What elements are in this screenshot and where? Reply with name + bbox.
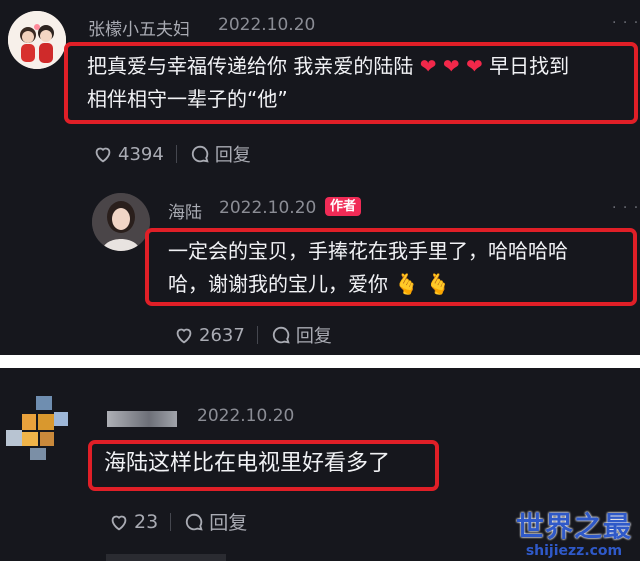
divider	[175, 145, 177, 163]
reply-date: 2022.10.20	[219, 198, 317, 218]
masked-username	[107, 411, 177, 427]
reply-button[interactable]: 回复	[183, 508, 247, 535]
comment-text: 把真爱与幸福传递给你 我亲爱的陆陆 ❤ ❤ ❤ 早日找到 相伴相守一辈子的“他”	[87, 50, 569, 116]
reply-actions: 2637 回复	[173, 322, 332, 348]
reply-text-line2: 哈，谢谢我的宝儿，爱你	[168, 272, 388, 296]
reply-label: 回复	[214, 145, 251, 166]
comment-date: 2022.10.20	[197, 406, 295, 426]
ellipsis-icon[interactable]: · · ·	[612, 200, 639, 216]
user-avatar[interactable]	[8, 11, 66, 69]
pixelated-avatar-icon	[0, 386, 72, 464]
reply-button[interactable]: 回复	[270, 322, 332, 348]
comment-thread-panel: 张檬小五夫妇 2022.10.20 · · · 把真爱与幸福传递给你 我亲爱的陆…	[0, 0, 640, 355]
comment-thread-panel: 2022.10.20 海陆这样比在电视里好看多了 23 回复 世界之最 shij…	[0, 368, 640, 561]
like-count: 23	[134, 510, 159, 533]
divider	[256, 326, 258, 344]
reply-text-line1: 一定会的宝贝，手捧花在我手里了，哈哈哈哈	[168, 239, 568, 263]
like-button[interactable]: 2637	[173, 324, 245, 346]
reply-bubble-icon	[191, 145, 209, 163]
reply-text: 一定会的宝贝，手捧花在我手里了，哈哈哈哈 哈，谢谢我的宝儿，爱你 🫰 🫰	[168, 235, 568, 301]
watermark-url: shijiezz.com	[525, 543, 623, 559]
reply-label: 回复	[209, 512, 248, 534]
watermark: 世界之最 shijiezz.com	[515, 510, 632, 560]
reply-label: 回复	[295, 326, 332, 347]
heart-emoji-icon: ❤ ❤ ❤	[419, 54, 483, 78]
heart-outline-icon	[95, 147, 111, 163]
comment-text: 海陆这样比在电视里好看多了	[104, 451, 391, 476]
finger-heart-emoji-icon: 🫰 🫰	[394, 272, 451, 296]
comment-username[interactable]: 张檬小五夫妇	[88, 15, 190, 40]
woman-avatar-icon	[92, 193, 150, 251]
divider	[170, 512, 172, 531]
watermark-title: 世界之最	[515, 510, 632, 543]
heart-outline-icon	[111, 515, 127, 530]
author-avatar[interactable]	[92, 193, 150, 251]
like-count: 4394	[118, 143, 164, 165]
couple-avatar-icon	[8, 11, 66, 69]
reply-bubble-icon	[186, 513, 203, 531]
blurred-avatar[interactable]	[0, 386, 72, 464]
comment-actions: 4394 回复	[92, 141, 251, 167]
like-count: 2637	[199, 324, 245, 346]
comment-text-line2: 相伴相守一辈子的“他”	[87, 87, 288, 111]
comment-actions: 23 回复	[108, 508, 247, 535]
comment-text-line1-end: 早日找到	[489, 54, 570, 78]
like-button[interactable]: 4394	[92, 143, 164, 165]
reply-button[interactable]: 回复	[189, 141, 251, 167]
like-button[interactable]: 23	[108, 511, 158, 533]
heart-outline-icon	[176, 328, 192, 344]
ellipsis-icon[interactable]: · · ·	[612, 15, 639, 31]
author-badge: 作者	[325, 197, 362, 216]
comment-date: 2022.10.20	[218, 15, 316, 35]
next-comment-peek	[106, 554, 226, 561]
reply-bubble-icon	[272, 326, 290, 344]
author-username[interactable]: 海陆	[168, 198, 202, 223]
comment-text-line1: 把真爱与幸福传递给你 我亲爱的陆陆	[87, 54, 414, 78]
